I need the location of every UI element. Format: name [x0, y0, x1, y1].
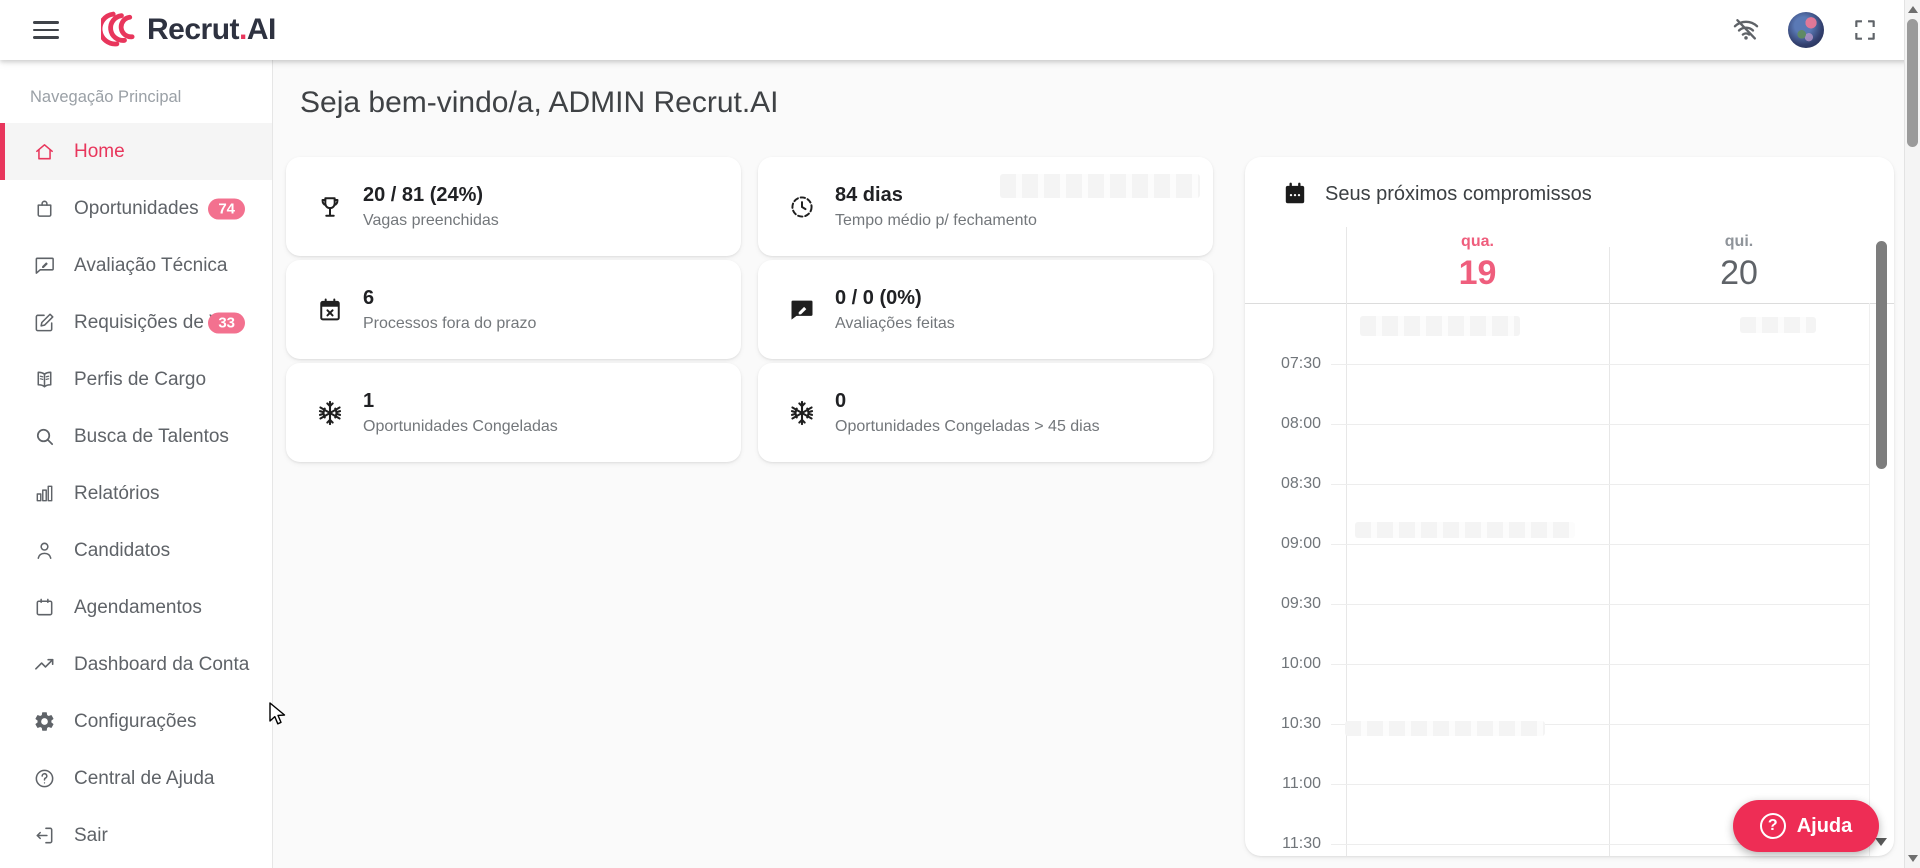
loading-skeleton: [1360, 316, 1520, 336]
sidebar-item-oportunidades[interactable]: Oportunidades 74: [0, 180, 272, 237]
sidebar-item-label: Relatórios: [74, 482, 160, 504]
sidebar-item-agendamentos[interactable]: Agendamentos: [0, 579, 272, 636]
day-name: qui.: [1724, 233, 1754, 250]
stat-card-avaliacoes-feitas: 0 / 0 (0%) Avaliações feitas: [758, 260, 1213, 359]
stat-label: Oportunidades Congeladas: [363, 417, 558, 435]
home-icon: [36, 144, 53, 160]
day-name: qua.: [1461, 233, 1494, 250]
sidebar-item-configuracoes[interactable]: Configurações: [0, 693, 272, 750]
calendar-scrollbar-thumb[interactable]: [1876, 241, 1887, 469]
stat-card-congeladas: 1 Oportunidades Congeladas: [286, 363, 741, 462]
calendar-scrollbar-down-arrow[interactable]: [1875, 838, 1887, 846]
sidebar-item-label: Dashboard da Conta: [74, 653, 250, 675]
stat-cards: 20 / 81 (24%) Vagas preenchidas 84 dias …: [286, 157, 1213, 462]
loading-skeleton: [1355, 522, 1575, 538]
timer-icon: [791, 195, 813, 218]
user-avatar[interactable]: [1788, 12, 1824, 48]
logout-icon: [36, 827, 53, 844]
sidebar-item-candidatos[interactable]: Candidatos: [0, 522, 272, 579]
stat-label: Tempo médio p/ fechamento: [835, 211, 1037, 229]
stat-label: Avaliações feitas: [835, 314, 955, 332]
sidebar-item-label: Agendamentos: [74, 596, 202, 618]
sidebar-item-home[interactable]: Home: [0, 123, 272, 180]
sidebar-item-label: Avaliação Técnica: [74, 254, 228, 276]
stat-card-tempo-medio: 84 dias Tempo médio p/ fechamento: [758, 157, 1213, 256]
event-busy-icon: [320, 298, 340, 320]
help-circle-icon: [35, 769, 54, 788]
menu-icon[interactable]: [33, 17, 59, 43]
page-scrollbar[interactable]: [1904, 0, 1920, 868]
calendar-icon: [1285, 182, 1305, 204]
sidebar-item-label: Sair: [74, 824, 108, 846]
stat-value: 0: [835, 389, 847, 412]
stat-label: Vagas preenchidas: [363, 211, 499, 229]
trophy-icon: [321, 196, 339, 217]
person-icon: [37, 542, 52, 559]
sidebar-item-requisicoes-de-vagas[interactable]: Requisições de Vagas 33: [0, 294, 272, 351]
sidebar-item-dashboard-da-conta[interactable]: Dashboard da Conta: [0, 636, 272, 693]
sidebar-item-central-de-ajuda[interactable]: Central de Ajuda: [0, 750, 272, 807]
stat-value: 20 / 81 (24%): [363, 183, 484, 206]
upcoming-appointments-panel: Seus próximos compromissos qua. 19 qui. …: [1245, 157, 1894, 856]
gear-icon: [35, 712, 54, 731]
day-number: 19: [1458, 254, 1497, 292]
question-mark-icon: ?: [1759, 813, 1786, 839]
sidebar-item-label: Candidatos: [74, 539, 171, 561]
sidebar-item-label: Perfis de Cargo: [74, 368, 207, 390]
calendar-day-qua-19[interactable]: qua. 19: [1346, 233, 1609, 293]
page-title: Seja bem-vindo/a, ADMIN Recrut.AI: [300, 86, 779, 119]
sidebar-item-label: Requisições de Vagas: [74, 311, 215, 333]
sidebar-item-label: Central de Ajuda: [74, 767, 215, 789]
calendar-icon: [36, 598, 53, 616]
wifi-off-icon[interactable]: [1732, 16, 1760, 44]
snowflake-icon: [790, 400, 814, 425]
stat-value: 6: [363, 286, 375, 309]
calendar-header: Seus próximos compromissos: [1282, 181, 1592, 207]
stat-card-fora-do-prazo: 6 Processos fora do prazo: [286, 260, 741, 359]
rate-review-icon: [35, 257, 54, 274]
loading-skeleton: [1740, 317, 1816, 333]
logo-text: Recrut.AI: [147, 13, 276, 46]
stat-value: 1: [363, 389, 375, 412]
search-icon: [36, 428, 54, 446]
bar-chart-icon: [36, 485, 53, 502]
stat-label: Processos fora do prazo: [363, 314, 537, 332]
edit-square-icon: [35, 313, 54, 332]
sidebar-section-label: Navegação Principal: [30, 88, 182, 106]
stat-card-vagas-preenchidas: 20 / 81 (24%) Vagas preenchidas: [286, 157, 741, 256]
day-number: 20: [1720, 254, 1758, 292]
sidebar-item-sair[interactable]: Sair: [0, 807, 272, 864]
trending-icon: [35, 658, 54, 670]
sidebar: Navegação Principal Home Oportunidades 7…: [0, 60, 273, 868]
help-button[interactable]: ? Ajuda: [1733, 800, 1879, 852]
calendar-day-qui-20[interactable]: qui. 20: [1609, 233, 1869, 293]
sidebar-item-busca-de-talentos[interactable]: Busca de Talentos: [0, 408, 272, 465]
topbar: Recrut.AI: [0, 0, 1920, 60]
sidebar-item-label: Busca de Talentos: [74, 425, 229, 447]
snowflake-icon: [318, 400, 342, 425]
sidebar-item-perfis-de-cargo[interactable]: Perfis de Cargo: [0, 351, 272, 408]
sidebar-item-avaliacao-tecnica[interactable]: Avaliação Técnica: [0, 237, 272, 294]
stat-card-congeladas-45-dias: 0 Oportunidades Congeladas > 45 dias: [758, 363, 1213, 462]
loading-skeleton: [1345, 721, 1545, 736]
loading-skeleton: [1000, 174, 1200, 198]
sidebar-item-label: Configurações: [74, 710, 197, 732]
app-logo[interactable]: Recrut.AI: [97, 5, 276, 56]
bag-icon: [37, 200, 52, 217]
scrollbar-thumb[interactable]: [1907, 19, 1918, 147]
sidebar-item-label: Home: [74, 140, 125, 162]
oportunidades-count-badge: 74: [208, 198, 245, 219]
book-icon: [37, 371, 52, 388]
sidebar-item-relatorios[interactable]: Relatórios: [0, 465, 272, 522]
scrollbar-up-arrow[interactable]: [1908, 6, 1918, 13]
stat-label: Oportunidades Congeladas > 45 dias: [835, 417, 1100, 435]
fullscreen-icon[interactable]: [1852, 17, 1878, 43]
stat-value: 0 / 0 (0%): [835, 286, 922, 309]
scrollbar-down-arrow[interactable]: [1908, 855, 1918, 862]
rate-review-icon: [791, 300, 813, 320]
calendar-header-divider: [1245, 303, 1894, 304]
requisicoes-count-badge: 33: [208, 312, 245, 333]
logo-mark-icon: [97, 5, 145, 56]
calendar-title: Seus próximos compromissos: [1325, 182, 1592, 205]
